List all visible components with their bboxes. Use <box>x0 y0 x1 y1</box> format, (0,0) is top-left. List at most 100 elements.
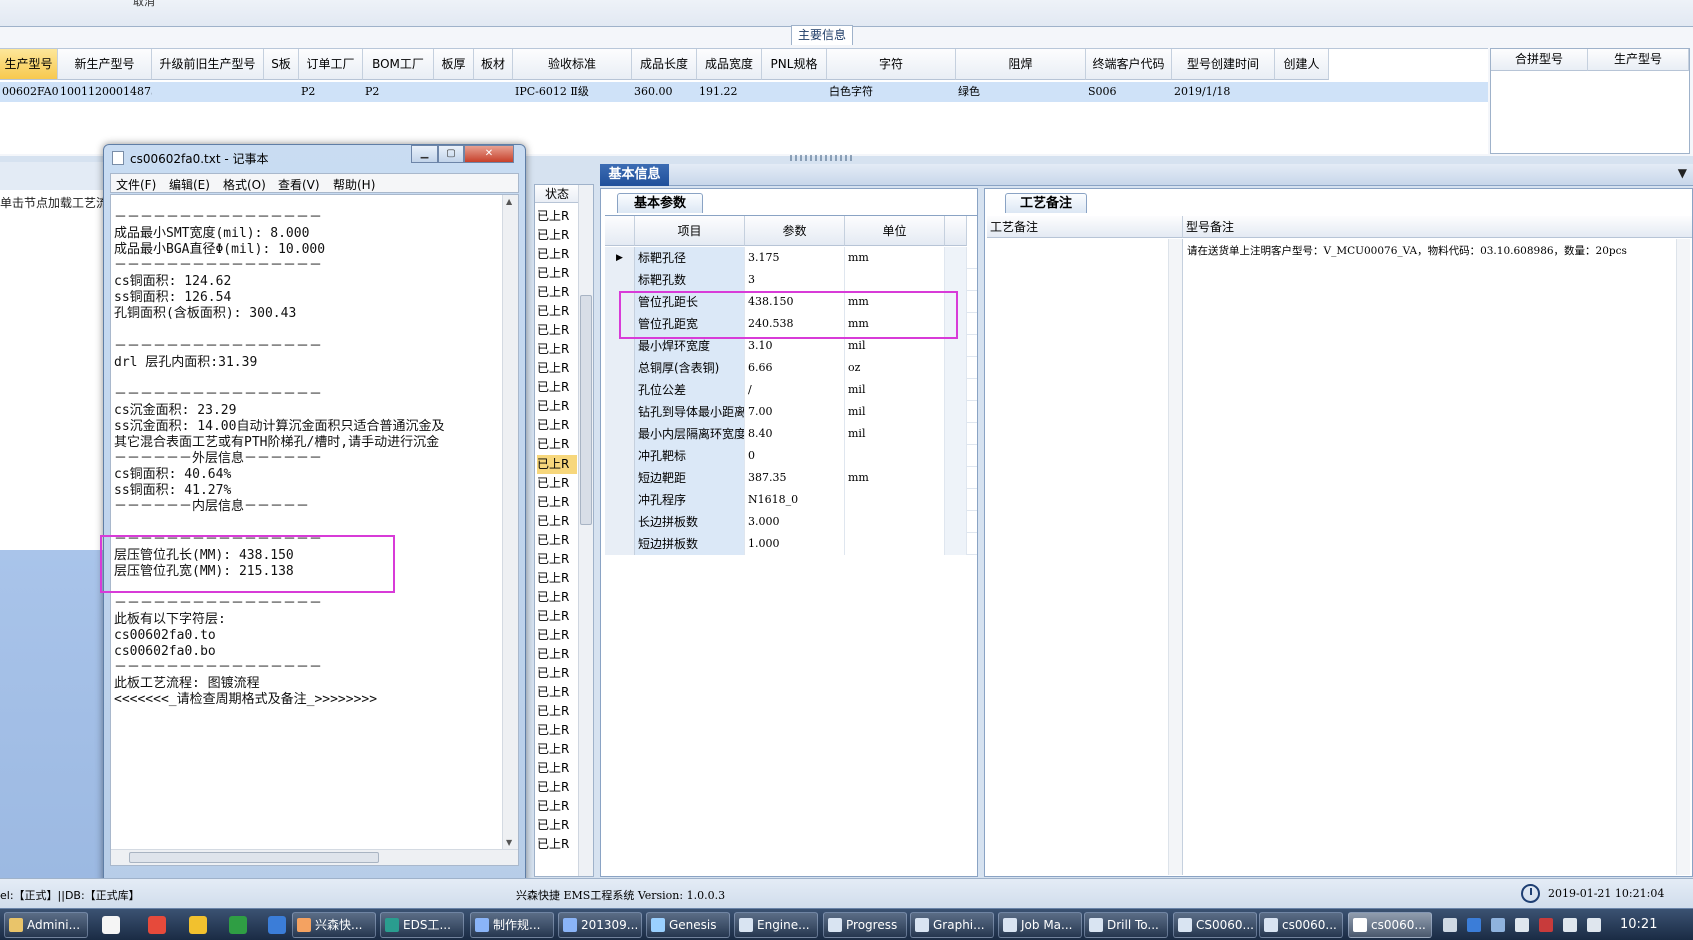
arrow-up-icon[interactable] <box>1515 918 1529 932</box>
grid-cell-item[interactable]: 孔位公差 <box>635 379 745 401</box>
grid-cell-item[interactable]: 钻孔到导体最小距离 <box>635 401 745 423</box>
table-cell[interactable]: 191.22 <box>697 82 762 102</box>
menu-edit[interactable]: 编辑(E) <box>169 176 210 193</box>
grid-row[interactable]: 最小内层隔离环宽度 8.40 mil <box>605 423 977 445</box>
status-item[interactable]: 已上R <box>537 683 577 702</box>
status-item[interactable]: 已上R <box>537 264 577 283</box>
table-cell[interactable]: 2019/1/18 <box>1172 82 1275 102</box>
status-item[interactable]: 已上R <box>537 378 577 397</box>
table-cell[interactable]: 绿色 <box>956 82 1086 102</box>
row-selector[interactable] <box>605 533 635 555</box>
grid-cell-value[interactable]: 8.40 <box>745 423 845 445</box>
taskbar-button[interactable]: EDS工... <box>380 912 464 938</box>
keyboard-icon[interactable] <box>1443 918 1457 932</box>
grid-cell-value[interactable]: 387.35 <box>745 467 845 489</box>
status-header[interactable]: 状态 <box>535 185 579 203</box>
column-header[interactable]: PNL规格 <box>762 49 827 80</box>
grid-cell-unit[interactable] <box>845 489 945 511</box>
column-unit-header[interactable]: 单位 <box>845 216 945 246</box>
status-item[interactable]: 已上R <box>537 397 577 416</box>
chrome-icon[interactable] <box>148 916 166 934</box>
grid-cell-item[interactable]: 标靶孔数 <box>635 269 745 291</box>
status-item[interactable]: 已上R <box>537 740 577 759</box>
tab-basic-params[interactable]: 基本参数 <box>617 193 703 213</box>
column-header[interactable]: 板厚 <box>434 49 474 80</box>
grid-row[interactable]: 孔位公差 / mil <box>605 379 977 401</box>
grid-cell-value[interactable]: 7.00 <box>745 401 845 423</box>
grid-cell-item[interactable]: 最小内层隔离环宽度 <box>635 423 745 445</box>
status-scrollbar[interactable] <box>578 185 593 876</box>
vertical-scrollbar[interactable]: ▲ ▼ <box>502 195 518 849</box>
table-cell[interactable] <box>1275 82 1329 102</box>
grid-cell-value[interactable]: N1618_0 <box>745 489 845 511</box>
column-item-header[interactable]: 项目 <box>635 216 745 246</box>
grid-cell-item[interactable]: 短边靶距 <box>635 467 745 489</box>
row-selector[interactable] <box>605 511 635 533</box>
column-header[interactable]: 生产型号 <box>0 49 58 80</box>
grid-cell-item[interactable]: 标靶孔径 <box>635 247 745 269</box>
status-item[interactable]: 已上R <box>537 702 577 721</box>
status-item[interactable]: 已上R <box>537 759 577 778</box>
status-item[interactable]: 已上R <box>537 283 577 302</box>
grid-cell-unit[interactable] <box>845 445 945 467</box>
column-header[interactable]: 新生产型号 <box>58 49 152 80</box>
splitter-handle[interactable] <box>790 155 852 161</box>
text-editor[interactable]: －－－－－－－－－－－－－－－－ 成品最小SMT宽度(mil): 8.000 成品最… <box>110 194 519 866</box>
status-item[interactable]: 已上R <box>537 778 577 797</box>
text-content[interactable]: －－－－－－－－－－－－－－－－ 成品最小SMT宽度(mil): 8.000 成品最… <box>114 210 501 850</box>
process-note-field[interactable] <box>987 239 1183 875</box>
grid-cell-value[interactable]: / <box>745 379 845 401</box>
grid-row[interactable]: 短边拼板数 1.000 <box>605 533 977 555</box>
scrollbar[interactable] <box>1676 239 1690 875</box>
grid-row[interactable]: 冲孔程序 N1618_0 <box>605 489 977 511</box>
grid-cell-item[interactable]: 冲孔靶标 <box>635 445 745 467</box>
column-header[interactable]: 成品长度 <box>632 49 697 80</box>
table-cell[interactable] <box>474 82 513 102</box>
row-selector[interactable] <box>605 401 635 423</box>
taskbar-clock[interactable]: 10:21 <box>1620 917 1657 932</box>
grid-cell-value[interactable]: 1.000 <box>745 533 845 555</box>
taskbar-button[interactable]: 兴森快... <box>292 912 376 938</box>
grid-cell-unit[interactable]: mil <box>845 379 945 401</box>
table-row[interactable]: 00602FA0 10011200014873 P2 P2 IPC-6012 Ⅱ级 360… <box>0 82 1488 102</box>
menu-format[interactable]: 格式(O) <box>223 176 266 193</box>
merge-model-header[interactable]: 合拼型号 <box>1491 49 1588 71</box>
grid-cell-unit[interactable]: mil <box>845 401 945 423</box>
grid-row[interactable]: 标靶孔数 3 <box>605 269 977 291</box>
status-item[interactable]: 已上R <box>537 550 577 569</box>
taskbar-button[interactable]: 制作规... <box>470 912 554 938</box>
process-tree[interactable] <box>0 190 103 550</box>
status-item[interactable]: 已上R <box>537 626 577 645</box>
row-selector[interactable] <box>605 379 635 401</box>
model-note-header[interactable]: 型号备注 <box>1183 216 1692 238</box>
row-selector[interactable] <box>605 467 635 489</box>
arrow-down-icon[interactable]: ▼ <box>506 838 512 847</box>
row-selector[interactable] <box>605 489 635 511</box>
chevron-down-icon[interactable]: ▼ <box>1678 166 1687 180</box>
taskbar-button[interactable]: Engine... <box>734 912 818 938</box>
status-item[interactable]: 已上R <box>537 226 577 245</box>
grid-row[interactable]: ▶ 标靶孔径 3.175 mm <box>605 247 977 269</box>
status-item[interactable]: 已上R <box>537 569 577 588</box>
column-value-header[interactable]: 参数 <box>745 216 845 246</box>
taskbar-button[interactable]: cs0060... <box>1259 912 1343 938</box>
scrollbar-thumb[interactable] <box>129 852 379 863</box>
status-item[interactable]: 已上R <box>537 588 577 607</box>
row-selector[interactable] <box>605 445 635 467</box>
grid-cell-item[interactable]: 短边拼板数 <box>635 533 745 555</box>
process-note-header[interactable]: 工艺备注 <box>987 216 1183 238</box>
table-cell[interactable]: S006 <box>1086 82 1172 102</box>
table-cell[interactable]: 10011200014873 <box>58 82 152 102</box>
taskbar-button[interactable]: 201309... <box>558 912 642 938</box>
status-item[interactable]: 已上R <box>537 245 577 264</box>
shield-icon[interactable] <box>1539 918 1553 932</box>
taskbar-button[interactable]: Job Ma... <box>998 912 1082 938</box>
table-cell[interactable]: 白色字符 <box>827 82 956 102</box>
grid-row[interactable]: 短边靶距 387.35 mm <box>605 467 977 489</box>
column-header[interactable]: 阻焊 <box>956 49 1086 80</box>
close-icon[interactable]: ✕ <box>464 145 514 163</box>
status-item[interactable]: 已上R <box>537 474 577 493</box>
column-header[interactable]: 升级前旧生产型号 <box>152 49 264 80</box>
menu-view[interactable]: 查看(V) <box>278 176 320 193</box>
status-item[interactable]: 已上R <box>537 493 577 512</box>
